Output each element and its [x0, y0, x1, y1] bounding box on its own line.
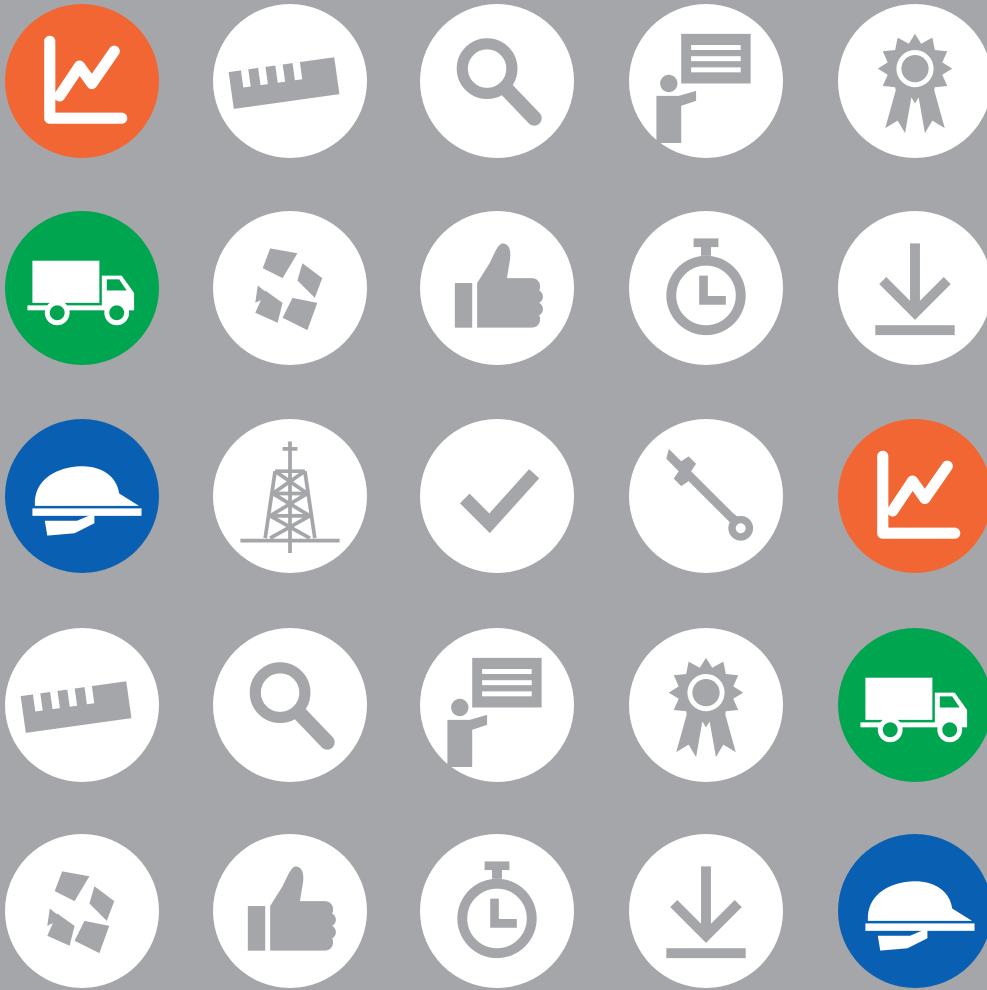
presentation-icon [420, 628, 574, 782]
hard-hat-icon [838, 834, 987, 988]
truck-icon [838, 628, 987, 782]
thumbs-up-icon [213, 834, 367, 988]
search-icon [213, 628, 367, 782]
recycle-icon [213, 211, 367, 365]
recycle-icon [5, 834, 159, 988]
icon-grid [0, 0, 987, 990]
oil-rig-icon [213, 419, 367, 573]
thumbs-up-icon [420, 211, 574, 365]
ruler-icon [213, 4, 367, 158]
download-icon [838, 211, 987, 365]
checkmark-icon [420, 419, 574, 573]
download-icon [629, 834, 783, 988]
ruler-icon [5, 628, 159, 782]
stopwatch-icon [420, 834, 574, 988]
presentation-icon [629, 4, 783, 158]
stopwatch-icon [629, 211, 783, 365]
chart-icon [838, 419, 987, 573]
wrench-icon [629, 419, 783, 573]
award-icon [838, 4, 987, 158]
search-icon [420, 4, 574, 158]
award-icon [629, 628, 783, 782]
hard-hat-icon [5, 419, 159, 573]
chart-icon [5, 4, 159, 158]
truck-icon [5, 211, 159, 365]
